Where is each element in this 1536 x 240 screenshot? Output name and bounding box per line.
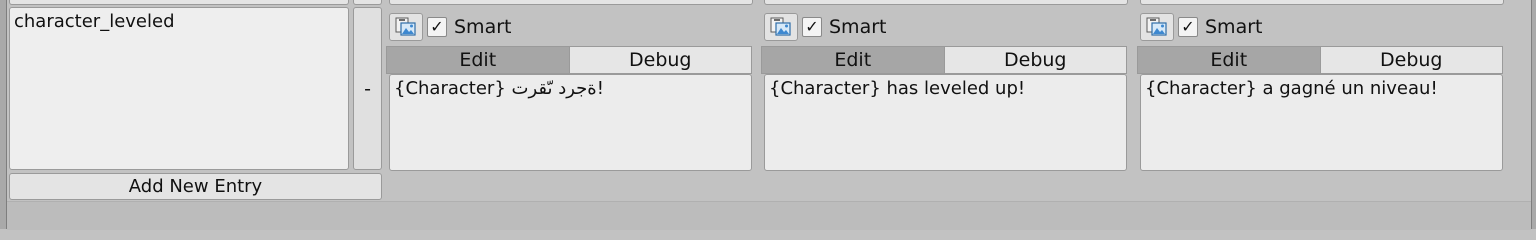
add-new-entry-label: Add New Entry: [128, 176, 263, 197]
remove-entry-button[interactable]: -: [353, 7, 382, 170]
smart-checkbox[interactable]: ✓: [427, 17, 447, 37]
locale-tabs: Edit Debug: [386, 46, 752, 74]
window-frame-right: [1531, 0, 1536, 229]
previous-remove-button[interactable]: [353, 0, 382, 5]
tab-edit[interactable]: Edit: [386, 46, 570, 74]
entry-key-text: character_leveled: [14, 11, 175, 32]
image-asset-icon[interactable]: [764, 13, 798, 41]
smart-label: Smart: [1205, 16, 1263, 38]
smart-label: Smart: [829, 16, 887, 38]
tab-debug[interactable]: Debug: [569, 46, 752, 74]
tab-edit[interactable]: Edit: [761, 46, 945, 74]
locale-value-text: {Character} ةجرد ىّقرت!: [394, 78, 604, 99]
locale-column-arabic: ✓ Smart Edit Debug {Character} ةجرد ىّقر…: [386, 7, 752, 171]
image-asset-icon[interactable]: [389, 13, 423, 41]
smart-checkbox[interactable]: ✓: [1178, 17, 1198, 37]
tab-edit[interactable]: Edit: [1137, 46, 1321, 74]
image-asset-icon[interactable]: [1140, 13, 1174, 41]
locale-column-english: ✓ Smart Edit Debug {Character} has level…: [761, 7, 1127, 171]
checkmark-icon: ✓: [805, 17, 819, 36]
entry-key-field[interactable]: character_leveled: [9, 7, 349, 170]
locale-toolbar: ✓ Smart: [1140, 12, 1262, 42]
tab-debug[interactable]: Debug: [944, 46, 1127, 74]
previous-locale-field[interactable]: [764, 0, 1128, 5]
table-footer-area: [7, 201, 1531, 230]
locale-toolbar: ✓ Smart: [389, 12, 511, 42]
locale-value-text: {Character} a gagné un niveau!: [1145, 78, 1438, 99]
locale-value-field[interactable]: {Character} a gagné un niveau!: [1140, 74, 1503, 171]
previous-locale-field[interactable]: [389, 0, 753, 5]
window-frame-left: [0, 0, 7, 229]
locale-tabs: Edit Debug: [761, 46, 1127, 74]
smart-label: Smart: [454, 16, 512, 38]
checkmark-icon: ✓: [1181, 17, 1195, 36]
locale-column-french: ✓ Smart Edit Debug {Character} a gagné u…: [1137, 7, 1503, 171]
previous-key-box: [9, 0, 349, 5]
add-new-entry-button[interactable]: Add New Entry: [9, 173, 382, 200]
smart-checkbox[interactable]: ✓: [802, 17, 822, 37]
locale-value-field[interactable]: {Character} ةجرد ىّقرت!: [389, 74, 752, 171]
locale-value-text: {Character} has leveled up!: [769, 78, 1026, 99]
locale-value-field[interactable]: {Character} has leveled up!: [764, 74, 1127, 171]
checkmark-icon: ✓: [430, 17, 444, 36]
previous-locale-field[interactable]: [1140, 0, 1504, 5]
locale-toolbar: ✓ Smart: [764, 12, 886, 42]
tab-debug[interactable]: Debug: [1320, 46, 1503, 74]
remove-entry-label: -: [364, 77, 371, 100]
locale-tabs: Edit Debug: [1137, 46, 1503, 74]
